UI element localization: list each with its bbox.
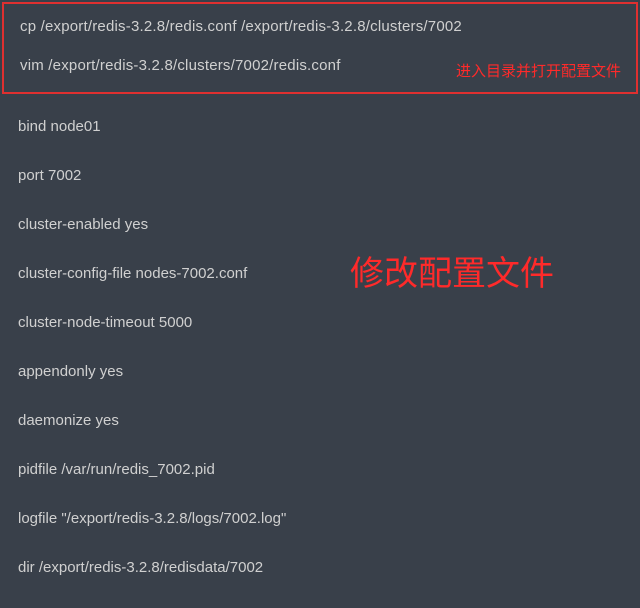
config-block: bind node01 port 7002 cluster-enabled ye… xyxy=(18,118,622,608)
config-line: port 7002 xyxy=(18,167,622,184)
config-line: logfile "/export/redis-3.2.8/logs/7002.l… xyxy=(18,510,622,527)
config-line: bind node01 xyxy=(18,118,622,135)
config-line: dir /export/redis-3.2.8/redisdata/7002 xyxy=(18,559,622,576)
cp-command: cp /export/redis-3.2.8/redis.conf /expor… xyxy=(20,18,620,35)
command-box: cp /export/redis-3.2.8/redis.conf /expor… xyxy=(2,2,638,94)
config-line: daemonize yes xyxy=(18,412,622,429)
vim-annotation: 进入目录并打开配置文件 xyxy=(456,60,621,81)
config-line: cluster-enabled yes xyxy=(18,216,622,233)
section-annotation: 修改配置文件 xyxy=(350,246,554,295)
config-line: pidfile /var/run/redis_7002.pid xyxy=(18,461,622,478)
config-line: appendonly yes xyxy=(18,363,622,380)
config-line: cluster-node-timeout 5000 xyxy=(18,314,622,331)
